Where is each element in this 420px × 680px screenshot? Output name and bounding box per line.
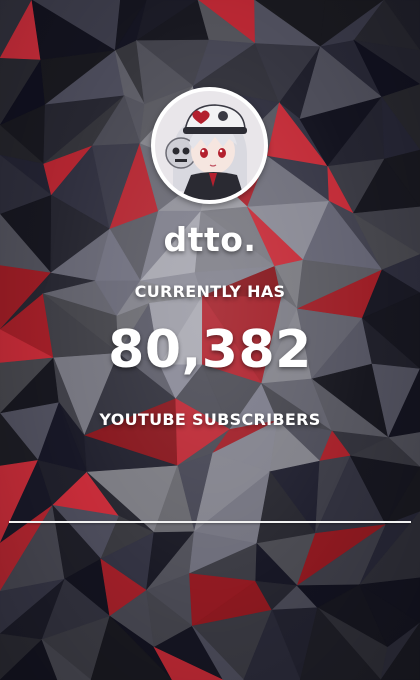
currently-has-label: CURRENTLY HAS <box>134 282 286 301</box>
subscriber-count: 80,382 <box>108 320 312 380</box>
youtube-subscribers-label: YOUTUBE SUBSCRIBERS <box>99 410 321 429</box>
channel-avatar <box>151 87 268 204</box>
anime-girl-avatar-icon <box>155 91 264 200</box>
stream-widget: dtto. CURRENTLY HAS 80,382 YOUTUBE SUBSC… <box>0 0 420 680</box>
divider-line <box>9 521 411 523</box>
channel-name: dtto. <box>163 220 257 259</box>
